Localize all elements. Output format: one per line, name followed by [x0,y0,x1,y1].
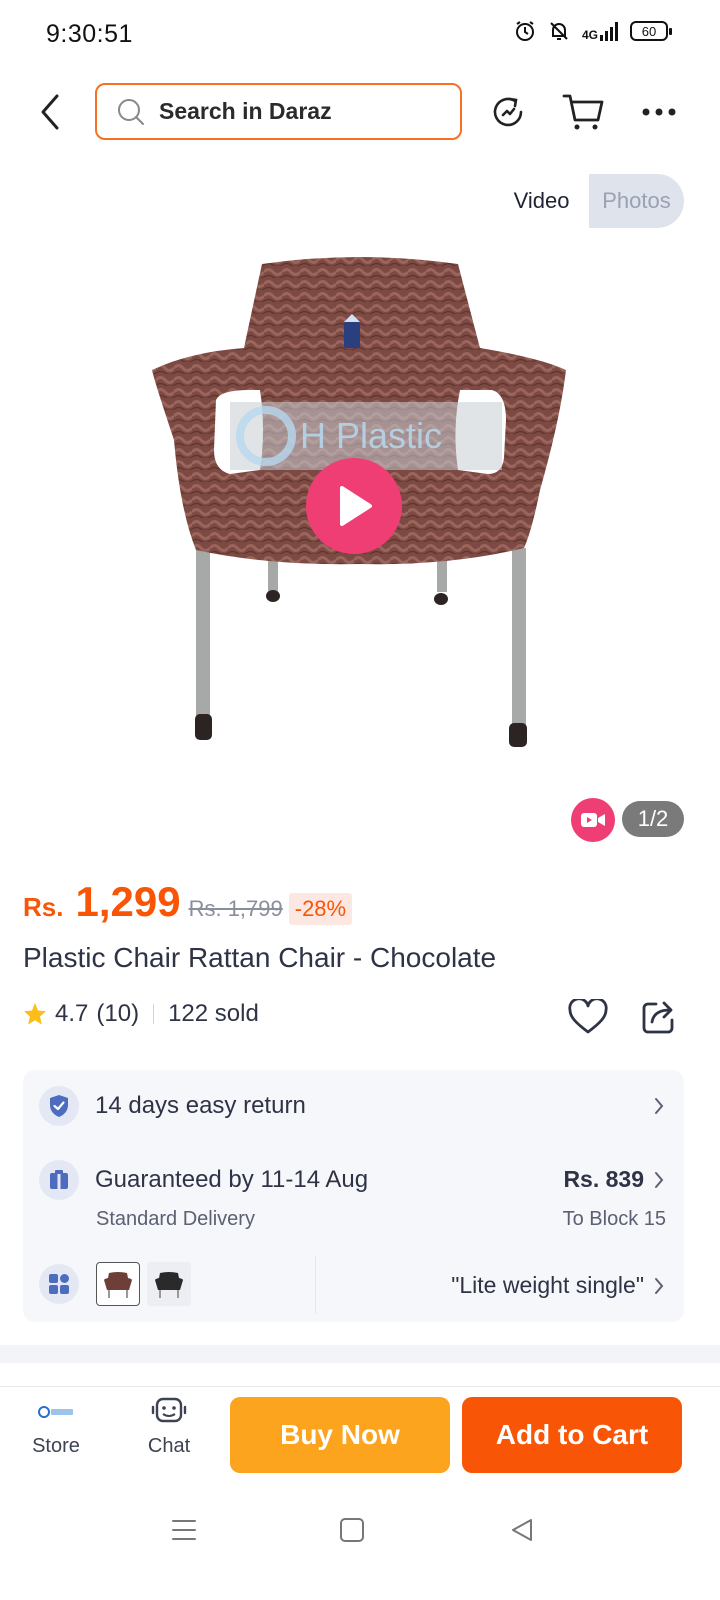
chat-icon [151,1397,187,1423]
variants-icon [39,1264,79,1304]
add-to-cart-button[interactable]: Add to Cart [462,1397,682,1473]
sold-count: 122 sold [168,1000,259,1027]
history-icon [493,97,523,127]
divider [153,1004,155,1024]
video-camera-icon [581,813,605,827]
delivery-title: Guaranteed by 11-14 Aug [95,1166,369,1193]
share-icon [642,1001,674,1034]
shield-icon [39,1086,79,1126]
heart-icon [568,999,608,1034]
nav-home-button[interactable] [332,1510,372,1550]
chat-label: Chat [147,1435,191,1457]
variant-label: "Lite weight single" [451,1272,644,1298]
price-value: 1,299 [75,878,181,925]
more-icon [642,108,676,116]
nav-back-button[interactable] [502,1510,542,1550]
cart-button[interactable] [560,88,608,136]
chevron-right-icon [652,1274,666,1298]
variant-thumbnail[interactable] [147,1262,191,1306]
cart-icon [562,94,604,130]
signal-icon: 4G [582,21,618,41]
home-square-icon [340,1518,364,1542]
rating-row[interactable]: 4.7 (10) 122 sold [23,1000,259,1028]
rating-value: 4.7 [55,1000,89,1027]
delivery-type: Standard Delivery [96,1208,255,1230]
tab-photos[interactable]: Photos [589,174,684,228]
divider [315,1256,316,1314]
variant-thumbnail[interactable] [96,1262,140,1306]
discount-badge: -28% [288,893,353,925]
more-button[interactable] [635,88,683,136]
search-input[interactable]: Search in Daraz [95,83,462,140]
product-title: Plastic Chair Rattan Chair - Chocolate [23,942,497,973]
store-logo-icon [38,1406,73,1418]
star-icon [24,1003,46,1025]
section-divider [0,1345,720,1363]
share-button[interactable] [636,994,682,1040]
chat-button[interactable]: Chat [129,1397,209,1458]
video-badge[interactable] [571,798,615,842]
media-toggle: Video Photos [494,174,684,228]
price-currency: Rs. [23,892,64,922]
rating-count: (10) [96,1000,140,1027]
back-triangle-icon [512,1519,532,1541]
chevron-right-icon [652,1094,666,1118]
bell-off-icon [550,22,568,40]
play-button[interactable] [306,458,402,554]
delivery-location: To Block 15 [562,1208,666,1230]
returns-row[interactable]: 14 days easy return [23,1086,684,1134]
bottom-action-bar: Store Chat Buy Now Add to Cart [0,1386,720,1486]
buy-now-button[interactable]: Buy Now [230,1397,450,1473]
nav-menu-button[interactable] [164,1510,204,1550]
delivery-row[interactable]: Guaranteed by 11-14 Aug Standard Deliver… [23,1160,684,1236]
status-icons: 4G 60 [514,20,672,42]
system-nav-bar [0,1490,720,1600]
chevron-right-icon [652,1168,666,1192]
price-row: Rs. 1,299 Rs. 1,799 -28% [23,878,353,926]
play-icon [340,486,372,526]
status-bar: 9:30:51 4G 60 [0,0,720,70]
wishlist-button[interactable] [565,994,611,1040]
store-label: Store [32,1435,80,1457]
store-button[interactable]: Store [16,1397,96,1458]
original-price: Rs. 1,799 [188,896,283,921]
battery-icon: 60 [630,21,672,41]
back-button[interactable] [30,88,70,136]
menu-icon [172,1520,196,1540]
back-icon [41,94,59,130]
top-bar: Search in Daraz [0,78,720,148]
search-icon [118,98,144,125]
status-time: 9:30:51 [46,20,133,48]
search-placeholder: Search in Daraz [159,98,332,124]
watermark-text: H Plastic [300,415,442,456]
alarm-icon [515,21,534,41]
delivery-price: Rs. 839 [563,1166,644,1192]
package-icon [39,1160,79,1200]
returns-text: 14 days easy return [95,1092,306,1119]
media-page-indicator: 1/2 [622,801,684,837]
history-button[interactable] [484,88,532,136]
tab-video[interactable]: Video [494,174,589,228]
